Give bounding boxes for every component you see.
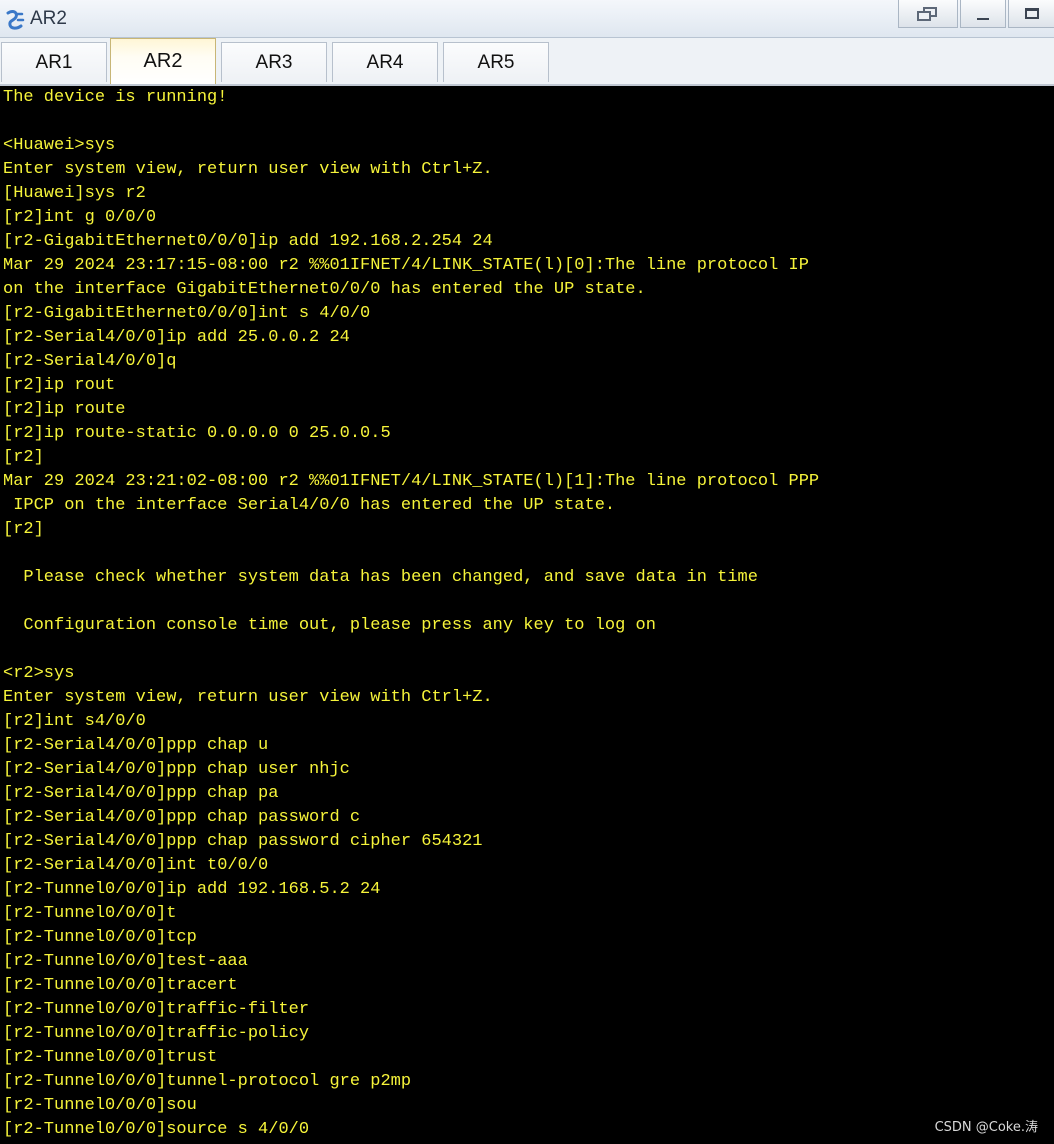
device-tab-bar: AR1 AR2 AR3 AR4 AR5 [0, 38, 1054, 86]
terminal-line: [r2]ip rout [3, 376, 116, 395]
terminal-line: [Huawei]sys r2 [3, 184, 146, 203]
terminal-line: [r2-Tunnel0/0/0]t [3, 904, 177, 923]
terminal-line: [r2-Tunnel0/0/0]ip add 192.168.5.2 24 [3, 880, 381, 899]
maximize-button[interactable] [1008, 0, 1054, 28]
terminal-line: Configuration console time out, please p… [3, 616, 656, 635]
minimize-button[interactable] [960, 0, 1006, 28]
window-title: AR2 [30, 8, 67, 29]
terminal-line: [r2] [3, 520, 44, 539]
terminal-line: [r2-Serial4/0/0]ip add 25.0.0.2 24 [3, 328, 350, 347]
terminal-line: Mar 29 2024 23:21:02-08:00 r2 %%01IFNET/… [3, 472, 820, 491]
terminal-line: [r2-Tunnel0/0/0]tunnel-protocol gre p2mp [3, 1072, 412, 1091]
terminal-line: [r2-Serial4/0/0]ppp chap u [3, 736, 269, 755]
restore-windows-icon [917, 6, 939, 21]
terminal-line: [r2] [3, 448, 44, 467]
terminal-line: Mar 29 2024 23:17:15-08:00 r2 %%01IFNET/… [3, 256, 809, 275]
tab-ar2[interactable]: AR2 [110, 38, 216, 84]
terminal-line: [r2-Serial4/0/0]ppp chap password cipher… [3, 832, 483, 851]
terminal-console[interactable]: The device is running! <Huawei>sys Enter s… [0, 86, 1054, 1144]
terminal-line: Please check whether system data has bee… [3, 568, 758, 587]
terminal-line: [r2-GigabitEthernet0/0/0]ip add 192.168.… [3, 232, 493, 251]
terminal-line: The device is running! [3, 88, 228, 107]
terminal-line: [r2-Tunnel0/0/0]sou [3, 1096, 197, 1115]
tab-ar4[interactable]: AR4 [332, 42, 438, 82]
terminal-output: The device is running! <Huawei>sys Enter s… [3, 86, 819, 1142]
tab-ar3[interactable]: AR3 [221, 42, 327, 82]
router-app-icon [6, 10, 25, 30]
terminal-line: on the interface GigabitEthernet0/0/0 ha… [3, 280, 646, 299]
terminal-line: [r2-Tunnel0/0/0]trust [3, 1048, 218, 1067]
terminal-line: [r2-Serial4/0/0]ppp chap pa [3, 784, 279, 803]
maximize-icon [1024, 8, 1039, 19]
terminal-line: [r2-Serial4/0/0]q [3, 352, 177, 371]
terminal-line: [r2-Tunnel0/0/0]traffic-filter [3, 1000, 310, 1019]
terminal-line: [r2-Serial4/0/0]ppp chap password c [3, 808, 361, 827]
terminal-line: <Huawei>sys [3, 136, 116, 155]
terminal-line: [r2]ip route-static 0.0.0.0 0 25.0.0.5 [3, 424, 391, 443]
terminal-line: [r2-Tunnel0/0/0]traffic-policy [3, 1024, 310, 1043]
terminal-line: [r2]ip route [3, 400, 126, 419]
terminal-line: [r2-Serial4/0/0]ppp chap user nhjc [3, 760, 350, 779]
terminal-line: <r2>sys [3, 664, 75, 683]
terminal-line: Enter system view, return user view with… [3, 688, 493, 707]
terminal-line: [r2-Tunnel0/0/0]source s 4/0/0 [3, 1120, 310, 1139]
tab-ar1[interactable]: AR1 [1, 42, 107, 82]
watermark: CSDN @Coke.涛 [934, 1120, 1038, 1135]
window-controls [892, 0, 1054, 30]
tab-ar5[interactable]: AR5 [443, 42, 549, 82]
title-bar: AR2 [0, 0, 1054, 38]
terminal-line: [r2-Tunnel0/0/0]test-aaa [3, 952, 248, 971]
restore-tabs-button[interactable] [898, 0, 958, 28]
terminal-line: [r2-Serial4/0/0]int t0/0/0 [3, 856, 269, 875]
terminal-line: IPCP on the interface Serial4/0/0 has en… [3, 496, 616, 515]
minimize-icon [977, 17, 989, 20]
terminal-line: [r2-Tunnel0/0/0]tracert [3, 976, 238, 995]
terminal-line: [r2]int g 0/0/0 [3, 208, 157, 227]
terminal-line: [r2]int s4/0/0 [3, 712, 146, 731]
terminal-line: [r2-Tunnel0/0/0]tcp [3, 928, 197, 947]
terminal-line: Enter system view, return user view with… [3, 160, 493, 179]
terminal-line: [r2-GigabitEthernet0/0/0]int s 4/0/0 [3, 304, 371, 323]
